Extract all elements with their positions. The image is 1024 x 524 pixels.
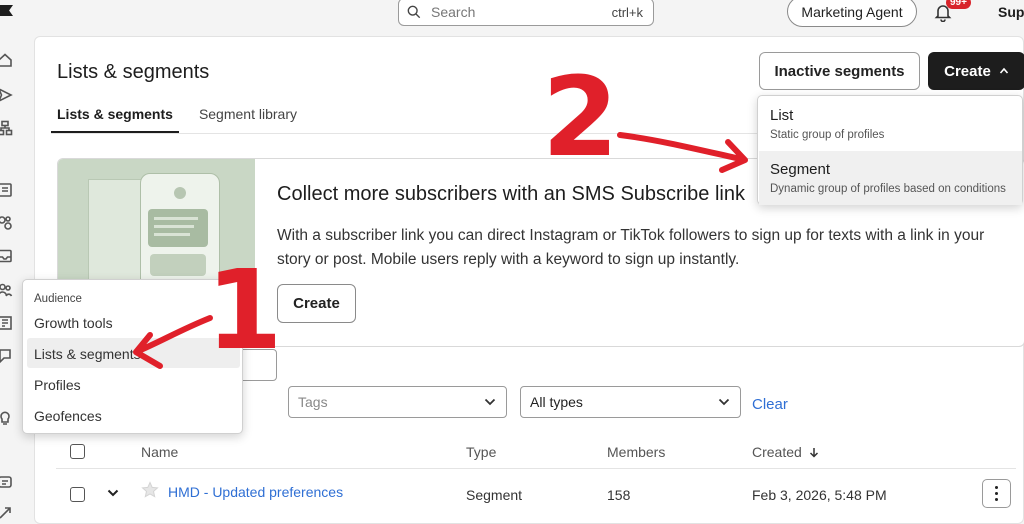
segment-option-description: Dynamic group of profiles based on condi…: [770, 183, 1006, 195]
tags-select[interactable]: Tags: [288, 386, 507, 418]
annotation-number-two: 2: [542, 53, 619, 181]
promo-title: Collect more subscribers with an SMS Sub…: [277, 183, 745, 205]
menu-item-segment[interactable]: Segment Dynamic group of profiles based …: [759, 151, 1022, 205]
send-icon[interactable]: [0, 87, 13, 103]
content-icon[interactable]: [0, 182, 13, 198]
tags-placeholder: Tags: [298, 394, 328, 410]
created-header-label: Created: [752, 444, 802, 460]
reviews-icon[interactable]: [0, 348, 13, 364]
types-value: All types: [530, 394, 583, 410]
search-input[interactable]: Search ctrl+k: [398, 0, 654, 26]
collapse-icon[interactable]: [0, 505, 13, 521]
sort-down-icon: [809, 448, 818, 458]
tab-segment-library[interactable]: Segment library: [193, 103, 303, 133]
search-placeholder: Search: [431, 4, 476, 20]
segment-option-label: Segment: [770, 161, 831, 178]
top-bar: Search ctrl+k Marketing Agent 99+ Supp: [0, 0, 1024, 30]
notification-badge: 99+: [946, 0, 971, 9]
promo-create-button[interactable]: Create: [277, 284, 356, 323]
inactive-segments-button[interactable]: Inactive segments: [759, 52, 920, 90]
nav-rail: [0, 30, 18, 524]
row-actions-button[interactable]: [982, 479, 1011, 508]
analytics-icon[interactable]: [0, 215, 13, 231]
column-header-name[interactable]: Name: [141, 444, 178, 460]
create-button-label: Create: [944, 62, 991, 80]
search-shortcut: ctrl+k: [611, 4, 643, 20]
chevron-down-icon: [484, 398, 496, 406]
home-icon[interactable]: [0, 52, 13, 68]
expand-row-icon[interactable]: [107, 489, 119, 497]
page-title: Lists & segments: [57, 61, 210, 83]
clear-filters-link[interactable]: Clear: [752, 396, 788, 413]
catalog-icon[interactable]: [0, 315, 13, 331]
select-all-checkbox[interactable]: [70, 444, 85, 459]
row-created: Feb 3, 2026, 5:48 PM: [752, 487, 887, 503]
brand-logo[interactable]: [0, 5, 13, 16]
help-icon[interactable]: [0, 474, 13, 490]
tab-lists-segments[interactable]: Lists & segments: [51, 103, 179, 133]
audience-icon[interactable]: [0, 282, 13, 298]
lightbulb-icon[interactable]: [0, 410, 13, 426]
row-type: Segment: [466, 487, 523, 503]
menu-item-list[interactable]: List Static group of profiles: [759, 97, 1022, 151]
column-header-type[interactable]: Type: [466, 444, 496, 460]
menu-item-geofences[interactable]: Geofences: [27, 400, 240, 430]
chevron-up-icon: [999, 67, 1008, 74]
row-members: 158: [607, 487, 631, 503]
marketing-agent-button[interactable]: Marketing Agent: [787, 0, 917, 27]
create-button[interactable]: Create: [928, 52, 1024, 90]
tab-bar: Lists & segments Segment library: [51, 103, 317, 133]
row-checkbox[interactable]: [70, 487, 85, 502]
segment-name-link[interactable]: HMD - Updated preferences: [168, 484, 343, 500]
flow-icon[interactable]: [0, 120, 13, 136]
list-option-label: List: [770, 107, 794, 124]
table-divider: [56, 468, 1016, 469]
chevron-down-icon: [718, 398, 730, 406]
account-name[interactable]: Supp: [998, 4, 1024, 20]
promo-description: With a subscriber link you can direct In…: [277, 227, 985, 268]
column-header-created[interactable]: Created: [752, 444, 819, 460]
search-icon: [407, 5, 421, 19]
column-header-members[interactable]: Members: [607, 444, 665, 460]
annotation-number-one: 1: [206, 246, 283, 374]
inbox-icon[interactable]: [0, 248, 13, 264]
create-dropdown-menu: List Static group of profiles Segment Dy…: [757, 95, 1023, 205]
audience-heading: Audience: [34, 293, 82, 305]
list-option-description: Static group of profiles: [770, 129, 885, 141]
star-icon[interactable]: [141, 481, 159, 499]
types-select[interactable]: All types: [520, 386, 741, 418]
